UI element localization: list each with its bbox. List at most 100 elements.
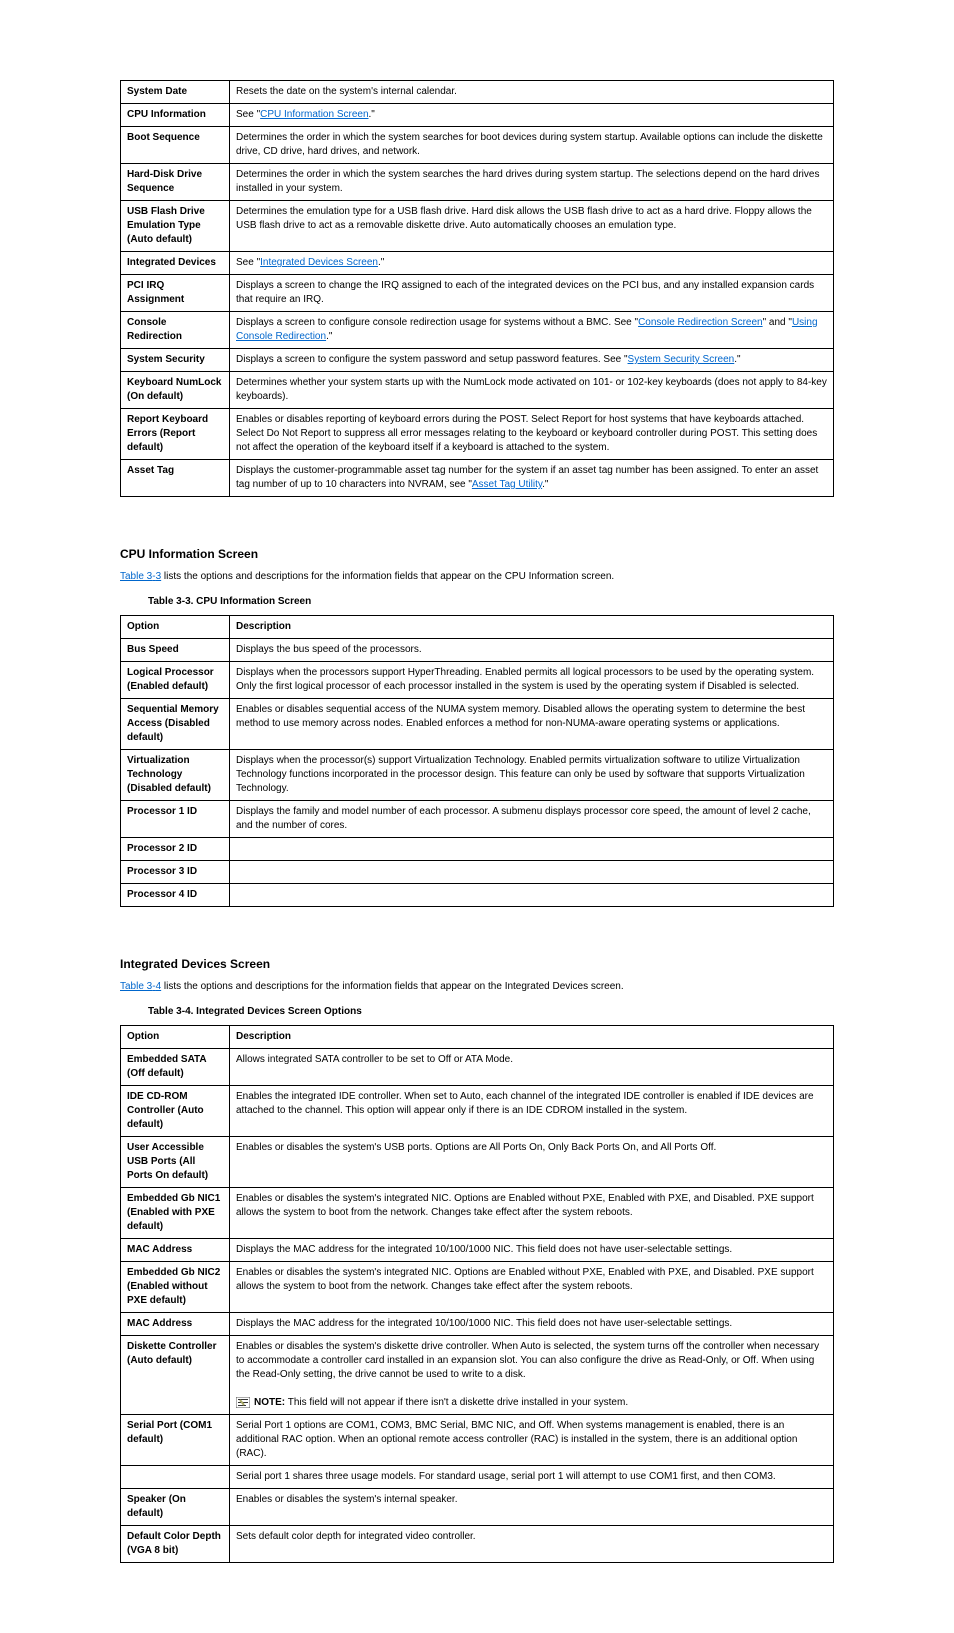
header-option: Option (121, 616, 230, 639)
option-cell: IDE CD-ROM Controller (Auto default) (121, 1086, 230, 1137)
option-cell: MAC Address (121, 1239, 230, 1262)
option-cell: Speaker (On default) (121, 1489, 230, 1526)
option-cell: Processor 2 ID (121, 838, 230, 861)
description-cell: Resets the date on the system's internal… (230, 81, 834, 104)
option-cell: Virtualization Technology (Disabled defa… (121, 750, 230, 801)
option-cell: Integrated Devices (121, 252, 230, 275)
option-cell: MAC Address (121, 1313, 230, 1336)
option-cell: Console Redirection (121, 312, 230, 349)
option-cell: Processor 1 ID (121, 801, 230, 838)
console-redirection-screen-link[interactable]: Console Redirection Screen (638, 317, 763, 328)
cpu-information-screen-link[interactable]: CPU Information Screen (260, 109, 368, 120)
description-cell: Serial Port 1 options are COM1, COM3, BM… (230, 1415, 834, 1466)
option-cell: Keyboard NumLock (On default) (121, 372, 230, 409)
option-cell: User Accessible USB Ports (All Ports On … (121, 1137, 230, 1188)
table-row: Embedded Gb NIC2 (Enabled without PXE de… (121, 1262, 834, 1313)
description-cell: Determines the emulation type for a USB … (230, 201, 834, 252)
table-row: Report Keyboard Errors (Report default) … (121, 409, 834, 460)
document-page: System Date Resets the date on the syste… (0, 0, 954, 1633)
table-header-row: Option Description (121, 616, 834, 639)
option-cell: CPU Information (121, 104, 230, 127)
option-cell: PCI IRQ Assignment (121, 275, 230, 312)
cpu-information-table: Option Description Bus Speed Displays th… (120, 615, 834, 907)
description-cell: Serial port 1 shares three usage models.… (230, 1466, 834, 1489)
table-row: MAC Address Displays the MAC address for… (121, 1239, 834, 1262)
cpu-information-heading: CPU Information Screen (120, 547, 834, 561)
table-row: Bus Speed Displays the bus speed of the … (121, 639, 834, 662)
table-row: Logical Processor (Enabled default) Disp… (121, 662, 834, 699)
table-row: Integrated Devices See "Integrated Devic… (121, 252, 834, 275)
intdev-intro-text: Table 3-4 lists the options and descript… (120, 979, 834, 994)
header-option: Option (121, 1026, 230, 1049)
system-security-screen-link[interactable]: System Security Screen (628, 354, 735, 365)
table-row: MAC Address Displays the MAC address for… (121, 1313, 834, 1336)
table-row: Sequential Memory Access (Disabled defau… (121, 699, 834, 750)
table-row: System Date Resets the date on the syste… (121, 81, 834, 104)
asset-tag-utility-link[interactable]: Asset Tag Utility (472, 479, 542, 490)
option-cell: Boot Sequence (121, 127, 230, 164)
table-row: Boot Sequence Determines the order in wh… (121, 127, 834, 164)
table-row: Default Color Depth (VGA 8 bit) Sets def… (121, 1526, 834, 1563)
description-cell: Enables or disables the system's integra… (230, 1262, 834, 1313)
description-cell: Displays when the processor(s) support V… (230, 750, 834, 801)
description-cell: Determines the order in which the system… (230, 127, 834, 164)
table-row: Serial Port (COM1 default) Serial Port 1… (121, 1415, 834, 1466)
note-label: NOTE: (254, 1397, 285, 1408)
note-icon (236, 1397, 250, 1408)
table-row: Embedded SATA (Off default) Allows integ… (121, 1049, 834, 1086)
option-cell: Embedded Gb NIC2 (Enabled without PXE de… (121, 1262, 230, 1313)
description-cell: Enables or disables reporting of keyboar… (230, 409, 834, 460)
description-cell (230, 884, 834, 907)
table-row: USB Flash Drive Emulation Type (Auto def… (121, 201, 834, 252)
table-row: Keyboard NumLock (On default) Determines… (121, 372, 834, 409)
option-cell: Bus Speed (121, 639, 230, 662)
option-cell: Embedded SATA (Off default) (121, 1049, 230, 1086)
option-cell: System Security (121, 349, 230, 372)
table-3-3-link[interactable]: Table 3-3 (120, 571, 161, 582)
table-row: Processor 2 ID (121, 838, 834, 861)
table-row: System Security Displays a screen to con… (121, 349, 834, 372)
table-row: Hard-Disk Drive Sequence Determines the … (121, 164, 834, 201)
option-cell: Default Color Depth (VGA 8 bit) (121, 1526, 230, 1563)
description-cell: Displays the MAC address for the integra… (230, 1313, 834, 1336)
option-cell: Logical Processor (Enabled default) (121, 662, 230, 699)
description-cell (230, 838, 834, 861)
description-cell: Displays when the processors support Hyp… (230, 662, 834, 699)
note-text: This field will not appear if there isn'… (285, 1397, 628, 1408)
option-cell: Hard-Disk Drive Sequence (121, 164, 230, 201)
option-cell: Report Keyboard Errors (Report default) (121, 409, 230, 460)
description-cell: See "CPU Information Screen." (230, 104, 834, 127)
description-cell: Enables or disables sequential access of… (230, 699, 834, 750)
option-cell: USB Flash Drive Emulation Type (Auto def… (121, 201, 230, 252)
table-row: PCI IRQ Assignment Displays a screen to … (121, 275, 834, 312)
table-row: Processor 3 ID (121, 861, 834, 884)
header-description: Description (230, 616, 834, 639)
option-cell: Diskette Controller (Auto default) (121, 1336, 230, 1415)
description-cell: Enables or disables the system's diskett… (230, 1336, 834, 1415)
option-cell (121, 1466, 230, 1489)
table-row: Diskette Controller (Auto default) Enabl… (121, 1336, 834, 1415)
description-cell: Allows integrated SATA controller to be … (230, 1049, 834, 1086)
cpu-intro-text: Table 3-3 lists the options and descript… (120, 569, 834, 584)
description-cell: Determines the order in which the system… (230, 164, 834, 201)
option-cell: Embedded Gb NIC1 (Enabled with PXE defau… (121, 1188, 230, 1239)
system-setup-table: System Date Resets the date on the syste… (120, 80, 834, 497)
table-row: Processor 4 ID (121, 884, 834, 907)
description-cell: See "Integrated Devices Screen." (230, 252, 834, 275)
integrated-devices-heading: Integrated Devices Screen (120, 957, 834, 971)
table-row: Asset Tag Displays the customer-programm… (121, 460, 834, 497)
table-3-4-link[interactable]: Table 3-4 (120, 981, 161, 992)
description-cell: Displays the family and model number of … (230, 801, 834, 838)
description-cell: Displays the bus speed of the processors… (230, 639, 834, 662)
option-cell: Serial Port (COM1 default) (121, 1415, 230, 1466)
option-cell: System Date (121, 81, 230, 104)
description-cell: Sets default color depth for integrated … (230, 1526, 834, 1563)
description-cell: Enables or disables the system's USB por… (230, 1137, 834, 1188)
option-cell: Sequential Memory Access (Disabled defau… (121, 699, 230, 750)
description-cell: Enables or disables the system's interna… (230, 1489, 834, 1526)
description-cell: Displays a screen to configure console r… (230, 312, 834, 349)
table-row: Serial port 1 shares three usage models.… (121, 1466, 834, 1489)
integrated-devices-screen-link[interactable]: Integrated Devices Screen (260, 257, 378, 268)
option-cell: Processor 4 ID (121, 884, 230, 907)
header-description: Description (230, 1026, 834, 1049)
